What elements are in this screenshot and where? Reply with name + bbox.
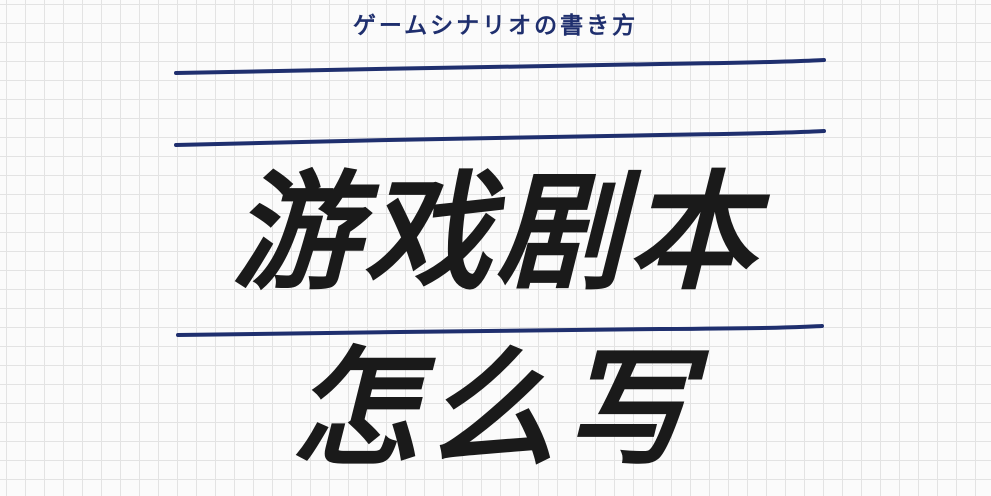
japanese-subtitle: ゲームシナリオの書き方 (352, 12, 639, 39)
book-cover: ゲームシナリオの書き方 游戏剧本 怎么写 (0, 0, 991, 496)
main-title-line-2: 怎么写 (291, 335, 700, 484)
upper-rule-line (174, 129, 826, 147)
main-title-line-1: 游戏剧本 (231, 159, 760, 308)
middle-rule-line (176, 324, 824, 337)
top-rule-line (174, 58, 826, 75)
